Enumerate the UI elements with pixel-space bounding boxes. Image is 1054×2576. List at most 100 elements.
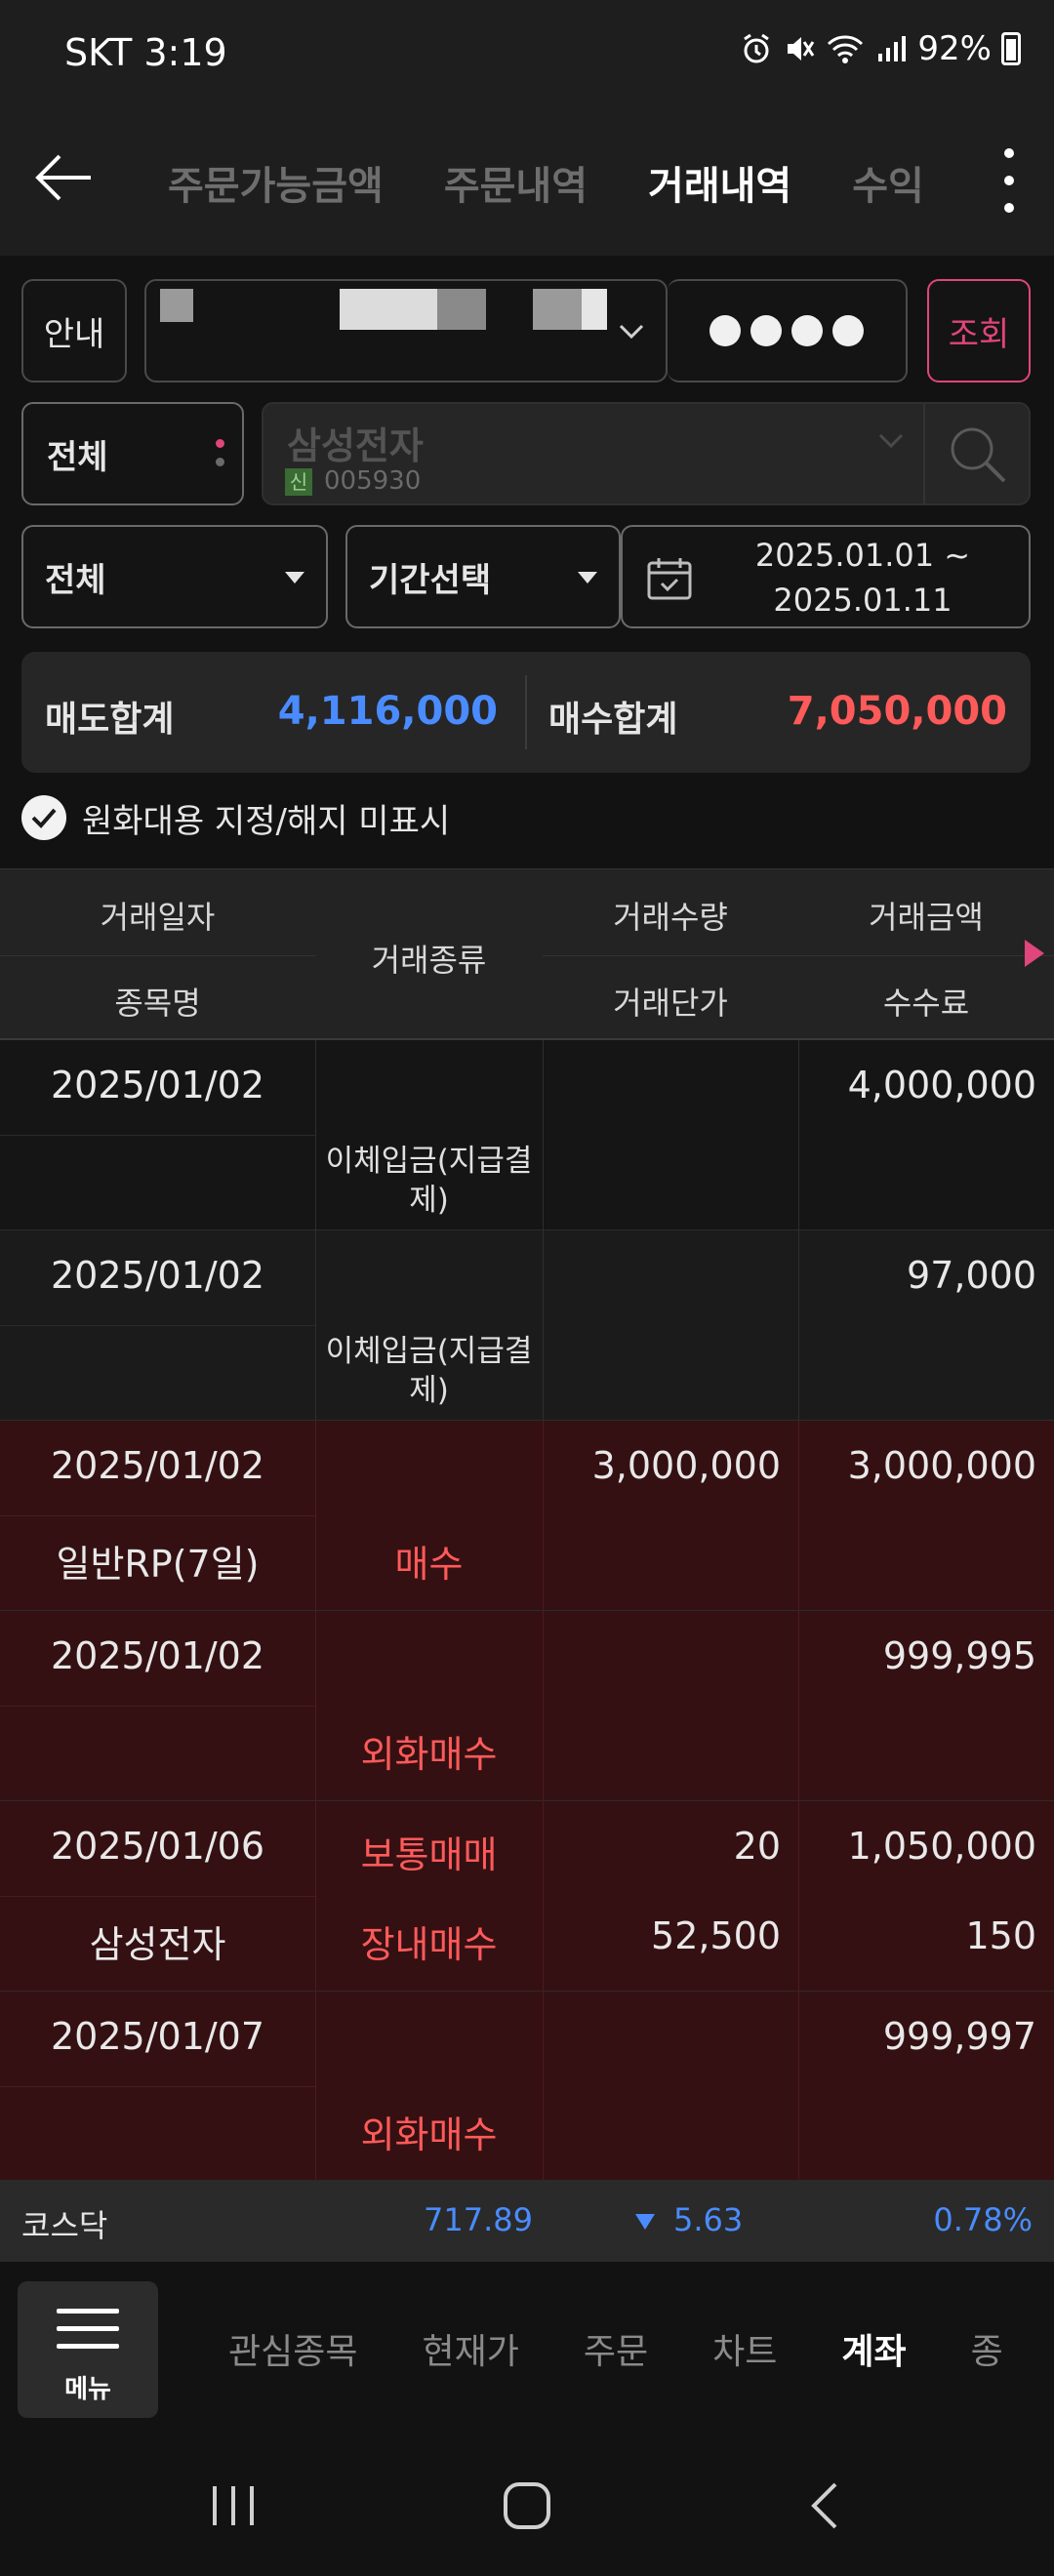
wifi-icon [828, 35, 864, 63]
period-select[interactable]: 기간선택 [345, 525, 621, 628]
more-options-button[interactable] [990, 139, 1029, 222]
guide-label: 안내 [43, 314, 105, 354]
buy-total-label: 매수합계 [548, 700, 678, 740]
back-button[interactable] [27, 139, 96, 217]
row-amount: 1,050,000 [847, 1825, 1036, 1868]
ticker-name: 코스닥 [21, 2207, 108, 2244]
search-icon [951, 427, 1006, 483]
home-icon[interactable] [502, 2480, 552, 2531]
header-qty: 거래수량 [613, 899, 728, 936]
table-row[interactable]: 2025/01/02 외화매수 999,995 [0, 1611, 1054, 1801]
search-button[interactable]: 조회 [927, 279, 1031, 382]
bottom-nav: 메뉴 관심종목 현재가 주문 차트 계좌 종 [0, 2262, 1054, 2435]
header-amount: 거래금액 [869, 899, 984, 936]
nav-order[interactable]: 주문 [584, 2323, 648, 2374]
date-start: 2025.01.01 ~ [754, 537, 971, 574]
chevron-down-icon [619, 324, 644, 340]
back-arrow-icon [35, 154, 91, 201]
sell-total-value: 4,116,000 [277, 689, 498, 734]
calendar-icon [647, 558, 692, 600]
summary-panel: 매도합계 4,116,000 매수합계 7,050,000 [21, 652, 1031, 773]
password-dot [832, 315, 864, 346]
table-row[interactable]: 2025/01/07 외화매수 999,997 [0, 1992, 1054, 2180]
row-kind-top: 보통매매 [360, 1833, 498, 1876]
hamburger-icon [57, 2309, 119, 2361]
nav-items: 관심종목 현재가 주문 차트 계좌 종 [228, 2262, 1003, 2435]
row-amount: 999,997 [882, 2015, 1036, 2058]
search-label: 조회 [948, 314, 1010, 354]
more-dot-icon [1004, 148, 1014, 158]
password-field[interactable] [668, 279, 908, 382]
password-dot [791, 315, 823, 346]
nav-chart[interactable]: 차트 [712, 2323, 777, 2374]
row-qty: 20 [733, 1825, 781, 1868]
tab-transaction-history[interactable]: 거래내역 [648, 154, 791, 211]
row-kind: 이체입금(지급결제) [325, 1334, 533, 1408]
chevron-down-icon [878, 433, 904, 449]
guide-button[interactable]: 안내 [21, 279, 127, 382]
krw-substitute-label: 원화대용 지정/해지 미표시 [82, 801, 451, 841]
ticker-value: 717.89 [424, 2201, 533, 2238]
table-row[interactable]: 2025/01/06 삼성전자 보통매매 장내매수 20 52,500 1,05… [0, 1801, 1054, 1992]
nav-account[interactable]: 계좌 [841, 2323, 906, 2374]
transaction-list[interactable]: 2025/01/02 이체입금(지급결제) 4,000,000 2025/01/… [0, 1040, 1054, 2180]
tab-order-history[interactable]: 주문내역 [444, 154, 588, 211]
row-kind: 외화매수 [360, 1733, 498, 1776]
index-ticker[interactable]: 코스닥 717.89 5.63 0.78% [0, 2180, 1054, 2262]
status-bar: SKT 3:19 92% [0, 0, 1054, 109]
menu-button[interactable]: 메뉴 [18, 2281, 158, 2418]
table-row[interactable]: 2025/01/02 이체입금(지급결제) 4,000,000 [0, 1040, 1054, 1230]
row-kind: 매수 [394, 1543, 464, 1586]
battery-percent: 92% [917, 29, 992, 68]
nav-watchlist[interactable]: 관심종목 [228, 2323, 357, 2374]
stock-name: 삼성전자 [287, 424, 424, 467]
password-dot [750, 315, 782, 346]
table-header: 거래일자 종목명 거래종류 거래수량 거래단가 거래금액 수수료 [0, 868, 1054, 1040]
status-time: SKT 3:19 [64, 31, 227, 74]
row-stock-name: 삼성전자 [89, 1923, 226, 1966]
header: 주문가능금액 주문내역 거래내역 수익 [0, 109, 1054, 256]
nav-more[interactable]: 종 [971, 2323, 1003, 2374]
category-label: 전체 [47, 437, 108, 477]
stock-code: 005930 [324, 466, 422, 496]
masked-account [582, 289, 607, 330]
status-icons: 92% [740, 29, 1021, 68]
mute-icon [788, 37, 815, 60]
row-date: 2025/01/02 [50, 1634, 265, 1677]
row-date: 2025/01/06 [50, 1825, 265, 1868]
date-range-picker[interactable]: 2025.01.01 ~ 2025.01.11 [621, 525, 1031, 628]
masked-account [533, 289, 582, 330]
scroll-right-icon[interactable] [1025, 940, 1044, 967]
menu-dots-icon [216, 439, 224, 466]
ticker-change: 5.63 [673, 2201, 744, 2238]
date-end: 2025.01.11 [773, 582, 953, 619]
tab-bar: 주문가능금액 주문내역 거래내역 수익 [168, 109, 924, 256]
sell-total-label: 매도합계 [45, 700, 175, 740]
battery-icon [1001, 32, 1021, 65]
type-label: 전체 [45, 560, 106, 600]
krw-substitute-toggle[interactable]: 원화대용 지정/해지 미표시 [21, 792, 450, 843]
row-date: 2025/01/02 [50, 1064, 265, 1107]
table-row[interactable]: 2025/01/02 이체입금(지급결제) 97,000 [0, 1230, 1054, 1421]
more-dot-icon [1004, 203, 1014, 213]
stock-search-button[interactable] [923, 404, 1029, 503]
row-stock-name: 일반RP(7일) [56, 1543, 260, 1586]
account-select[interactable] [144, 279, 668, 382]
table-row[interactable]: 2025/01/02 일반RP(7일) 매수 3,000,000 3,000,0… [0, 1421, 1054, 1611]
check-icon[interactable] [21, 795, 66, 840]
tab-profit[interactable]: 수익 [852, 154, 924, 211]
recent-apps-icon[interactable] [209, 2482, 258, 2529]
summary-divider [525, 675, 527, 749]
type-select[interactable]: 전체 [21, 525, 328, 628]
signal-icon [878, 36, 907, 61]
row-fee: 150 [965, 1914, 1036, 1957]
category-select[interactable]: 전체 [21, 402, 244, 505]
more-dot-icon [1004, 176, 1014, 185]
tab-orderable-amount[interactable]: 주문가능금액 [168, 154, 384, 211]
nav-current-price[interactable]: 현재가 [422, 2323, 518, 2374]
row-price: 52,500 [651, 1914, 781, 1957]
ticker-rate: 0.78% [933, 2201, 1033, 2238]
down-triangle-icon [635, 2214, 655, 2230]
stock-search-field[interactable]: 삼성전자 신 005930 [262, 402, 1031, 505]
back-icon[interactable] [806, 2480, 845, 2531]
